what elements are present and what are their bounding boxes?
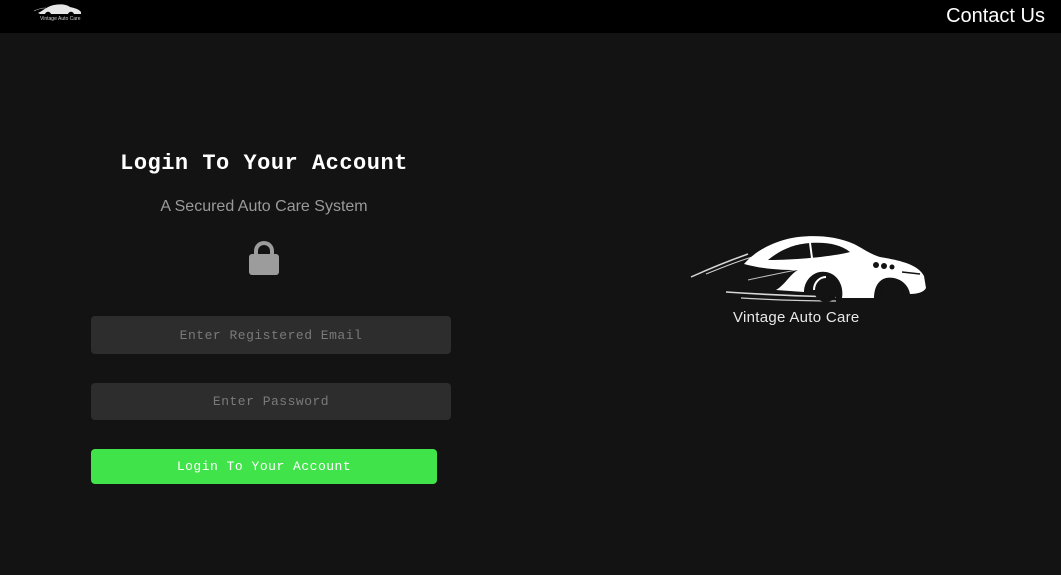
login-title: Login To Your Account	[120, 151, 408, 176]
login-button[interactable]: Login To Your Account	[91, 449, 437, 484]
login-subtitle: A Secured Auto Care System	[160, 198, 368, 215]
lock-icon	[249, 241, 279, 275]
nav-logo-text: Vintage Auto Care	[40, 16, 81, 22]
car-logo-icon	[690, 236, 926, 304]
car-logo-icon	[34, 4, 81, 14]
brand-logo: Vintage Auto Care	[686, 230, 936, 330]
password-field[interactable]	[91, 383, 451, 420]
email-field[interactable]	[91, 316, 451, 354]
contact-us-link[interactable]: Contact Us	[946, 5, 1045, 28]
nav-logo[interactable]: Vintage Auto Care	[34, 1, 86, 25]
lock-body	[249, 254, 279, 275]
brand-name: Vintage Auto Care	[733, 309, 860, 326]
top-navbar: Vintage Auto Care Contact Us	[0, 0, 1061, 33]
